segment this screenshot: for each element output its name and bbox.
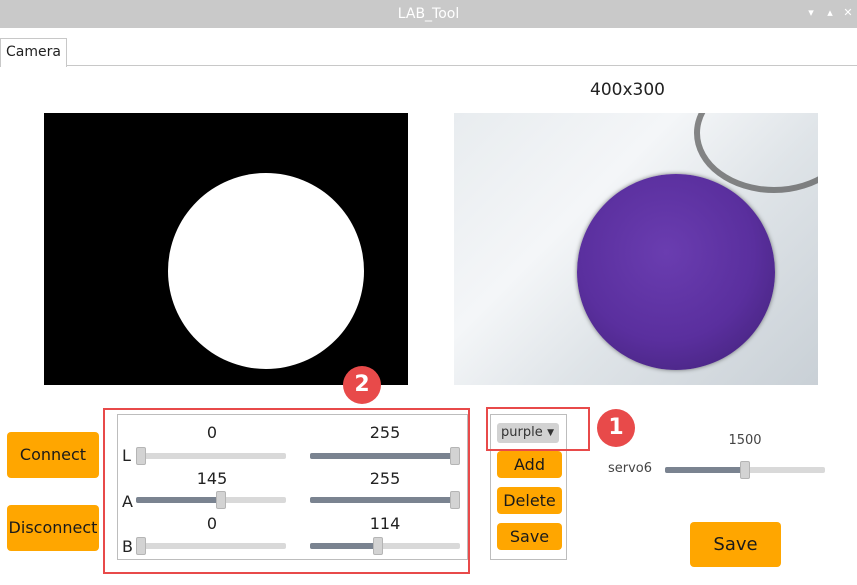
servo-slider[interactable] <box>665 461 825 479</box>
mask-blob <box>168 173 364 369</box>
add-color-button[interactable]: Add <box>497 451 562 478</box>
delete-color-button[interactable]: Delete <box>497 487 562 514</box>
minimize-icon[interactable]: ▾ <box>803 5 819 21</box>
save-button[interactable]: Save <box>690 522 781 567</box>
camera-preview <box>454 113 818 385</box>
disconnect-button[interactable]: Disconnect <box>7 505 99 551</box>
connect-button[interactable]: Connect <box>7 432 99 478</box>
tab-camera[interactable]: Camera <box>0 38 67 67</box>
title-bar: LAB_Tool ▾ ▴ ✕ <box>0 0 857 28</box>
annotation-badge-2: 2 <box>343 366 381 404</box>
save-color-button[interactable]: Save <box>497 523 562 550</box>
window-title: LAB_Tool <box>397 6 460 22</box>
slider-fill <box>665 467 745 473</box>
servo-label: servo6 <box>608 461 653 476</box>
mask-preview <box>44 113 408 385</box>
servo-value: 1500 <box>728 433 762 448</box>
tab-bar: Camera <box>0 28 857 67</box>
annotation-box-2 <box>103 408 470 574</box>
maximize-icon[interactable]: ▴ <box>822 5 838 21</box>
slider-handle[interactable] <box>740 461 750 479</box>
annotation-box-1 <box>486 407 590 451</box>
annotation-badge-1: 1 <box>597 409 635 447</box>
resolution-label: 400x300 <box>590 80 665 100</box>
close-icon[interactable]: ✕ <box>840 5 856 21</box>
purple-ball <box>577 174 775 370</box>
